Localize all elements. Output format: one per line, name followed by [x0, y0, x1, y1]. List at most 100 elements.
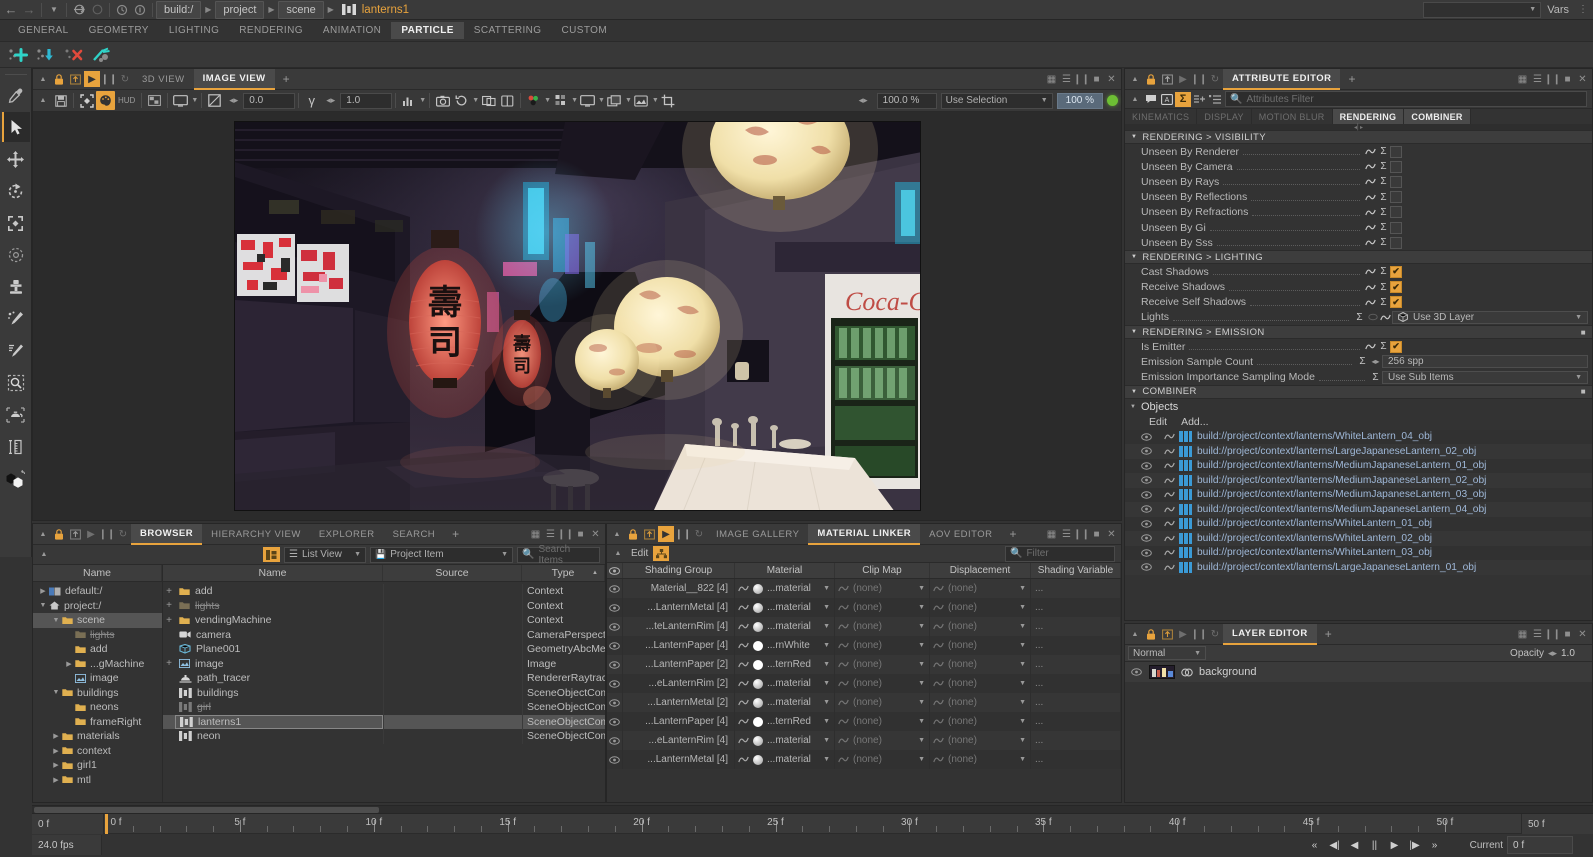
- close-icon[interactable]: ✕: [1575, 70, 1590, 88]
- curve-icon[interactable]: [933, 584, 944, 593]
- curve-icon[interactable]: [1364, 206, 1377, 218]
- list-item[interactable]: girl SceneObjectComb: [163, 700, 605, 715]
- material-swatch[interactable]: [753, 716, 763, 727]
- chevron-down-icon[interactable]: ▼: [1019, 604, 1030, 611]
- curve-icon[interactable]: [838, 736, 849, 745]
- displacement-cell[interactable]: (none) ▼: [930, 712, 1031, 731]
- maximize-icon[interactable]: ■: [1089, 70, 1104, 88]
- tree-item-mtl[interactable]: ▶ mtl: [33, 773, 162, 788]
- hierarchy-toggle-icon[interactable]: [263, 547, 280, 562]
- curve-icon[interactable]: [738, 698, 749, 707]
- curve-icon[interactable]: [1364, 237, 1377, 249]
- chevron-down-icon[interactable]: ▼: [823, 680, 834, 687]
- zoom-field[interactable]: 100.0 %: [876, 92, 937, 109]
- curve-icon[interactable]: [933, 717, 944, 726]
- color-swatch-tool[interactable]: [2, 464, 30, 494]
- menu-particle[interactable]: PARTICLE: [391, 22, 464, 39]
- tab-explorer[interactable]: EXPLORER: [310, 524, 384, 545]
- chevron-down-icon[interactable]: ▼: [472, 97, 479, 104]
- refresh-node-icon[interactable]: [88, 1, 106, 19]
- chevron-down-icon[interactable]: ▼: [823, 623, 834, 630]
- chevron-down-icon[interactable]: ▼: [1019, 661, 1030, 668]
- chevron-down-icon[interactable]: ▼: [823, 642, 834, 649]
- search-items-input[interactable]: 🔍 Search Items: [517, 544, 600, 566]
- expand-plus-icon[interactable]: +: [163, 615, 175, 626]
- edit-objects-button[interactable]: Edit: [1149, 416, 1167, 428]
- chevron-down-icon[interactable]: ▼: [1131, 254, 1137, 260]
- tree-item-girl1[interactable]: ▶ girl1: [33, 758, 162, 773]
- attribute-numeric-field[interactable]: 256 spp: [1382, 355, 1588, 369]
- material-link-row[interactable]: ...LanternMetal [2] ...material ▼ (none)…: [607, 693, 1121, 712]
- chevron-down-icon[interactable]: ▼: [1019, 585, 1030, 592]
- curve-icon[interactable]: [738, 736, 749, 745]
- snapshot-icon[interactable]: [67, 525, 83, 543]
- object-visibility-icon[interactable]: [1141, 447, 1159, 456]
- curve-icon[interactable]: [1364, 146, 1377, 158]
- material-cell[interactable]: ...material ▼: [735, 579, 835, 598]
- attribute-checkbox[interactable]: [1390, 221, 1402, 234]
- material-link-row[interactable]: ...LanternPaper [2] ...ternRed ▼ (none) …: [607, 655, 1121, 674]
- object-visibility-icon[interactable]: [1141, 534, 1159, 543]
- row-visibility-toggle[interactable]: [607, 598, 623, 617]
- curve-icon[interactable]: [1364, 191, 1377, 203]
- attribute-checkbox[interactable]: ✔: [1390, 265, 1402, 278]
- sum-filter-icon[interactable]: Σ: [1175, 91, 1191, 107]
- curve-icon[interactable]: [738, 679, 749, 688]
- list-item[interactable]: + image Image: [163, 656, 605, 671]
- chevron-down-icon[interactable]: ▼: [652, 97, 659, 104]
- curve-icon[interactable]: [838, 622, 849, 631]
- chevron-down-icon[interactable]: ▼: [191, 97, 198, 104]
- timeline-playhead[interactable]: [105, 814, 108, 834]
- list-header-type[interactable]: Type ▲: [522, 565, 605, 581]
- shading-group-cell[interactable]: ...LanternPaper [4]: [623, 712, 735, 731]
- chevron-down-icon[interactable]: ▼: [918, 737, 929, 744]
- chevron-down-icon[interactable]: ▼: [918, 661, 929, 668]
- shading-variable-column-header[interactable]: Shading Variable: [1031, 563, 1121, 578]
- combiner-object-row[interactable]: build://project/context/lanterns/WhiteLa…: [1125, 545, 1592, 561]
- chevron-down-icon[interactable]: ▼: [1131, 329, 1137, 335]
- chevron-down-icon[interactable]: ▼: [544, 97, 551, 104]
- shading-group-cell[interactable]: ...teLanternRim [4]: [623, 617, 735, 636]
- curve-icon[interactable]: [1159, 461, 1179, 470]
- section-header-combiner[interactable]: ▼ COMBINER ■: [1125, 384, 1592, 399]
- refresh-icon[interactable]: ↻: [691, 525, 707, 543]
- refresh-icon[interactable]: ↻: [115, 525, 131, 543]
- channel-swatch-icon[interactable]: [551, 91, 570, 110]
- shading-group-cell[interactable]: ...LanternPaper [2]: [623, 655, 735, 674]
- displacement-cell[interactable]: (none) ▼: [930, 674, 1031, 693]
- refresh-render-icon[interactable]: ↻: [117, 70, 133, 88]
- play-icon[interactable]: ▶: [1175, 70, 1191, 88]
- chevron-down-icon[interactable]: ▼: [45, 1, 63, 19]
- columns-layout-icon[interactable]: ❙❙: [1544, 70, 1561, 88]
- material-cell[interactable]: ...ternRed ▼: [735, 655, 835, 674]
- chevron-down-icon[interactable]: ▼: [598, 97, 605, 104]
- view-mode-combo[interactable]: ☰ List View ▼: [284, 546, 366, 563]
- tab-attribute-editor[interactable]: ATTRIBUTE EDITOR: [1223, 68, 1341, 90]
- shading-group-cell[interactable]: ...LanternMetal [4]: [623, 598, 735, 617]
- close-icon[interactable]: ✕: [1575, 625, 1590, 643]
- curve-icon[interactable]: [738, 717, 749, 726]
- pause-icon[interactable]: ❙❙: [99, 525, 116, 543]
- attribute-row[interactable]: Unseen By Renderer Σ: [1125, 144, 1592, 159]
- curve-icon[interactable]: [738, 584, 749, 593]
- curve-icon[interactable]: [1159, 490, 1179, 499]
- step-back-key-button[interactable]: ◀|: [1326, 837, 1343, 854]
- material-swatch[interactable]: [753, 583, 763, 594]
- link-particle-icon[interactable]: [88, 43, 116, 67]
- chevron-down-icon[interactable]: ▼: [823, 756, 834, 763]
- curve-icon[interactable]: [1364, 266, 1377, 278]
- attribute-dropdown[interactable]: Use Sub Items ▼: [1382, 370, 1588, 384]
- scroll-thumb[interactable]: [34, 807, 379, 813]
- attribute-row[interactable]: Unseen By Reflections Σ: [1125, 190, 1592, 205]
- attribute-checkbox[interactable]: [1390, 160, 1402, 173]
- object-visibility-icon[interactable]: [1141, 505, 1159, 514]
- menu-rendering[interactable]: RENDERING: [229, 22, 313, 39]
- curve-icon[interactable]: [933, 736, 944, 745]
- material-swatch[interactable]: [753, 659, 763, 670]
- curve-icon[interactable]: [738, 622, 749, 631]
- close-icon[interactable]: ✕: [1104, 525, 1119, 543]
- list-item[interactable]: lanterns1 SceneObjectComb: [163, 714, 605, 729]
- material-link-row[interactable]: ...teLanternRim [4] ...material ▼ (none)…: [607, 617, 1121, 636]
- chevron-down-icon[interactable]: ▼: [1019, 756, 1030, 763]
- subtab-rendering[interactable]: RENDERING: [1332, 109, 1405, 124]
